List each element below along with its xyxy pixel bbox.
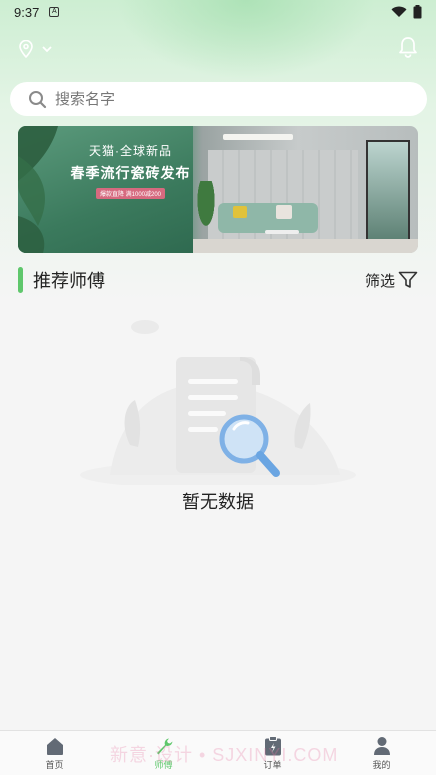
promo-banner[interactable]: 天猫·全球新品 春季流行瓷砖发布 爆款直降 满1000减200 [18,126,418,253]
notification-bell-button[interactable] [398,36,418,63]
tab-label: 首页 [45,759,64,770]
tab-profile[interactable]: 我的 [327,731,436,775]
bell-icon [399,36,417,58]
tab-master[interactable]: 师傅 [109,731,218,775]
location-selector[interactable] [18,40,52,58]
status-indicators [391,5,422,19]
empty-state-text: 暂无数据 [182,492,254,512]
filter-icon [398,271,418,288]
banner-floor [193,239,418,253]
tab-label: 师傅 [154,759,173,770]
notification-icon: A [49,7,60,17]
banner-text: 天猫·全球新品 春季流行瓷砖发布 爆款直降 满1000减200 [68,142,193,201]
clipboard-icon [264,735,281,755]
banner-table [265,230,299,234]
header-row [0,34,436,64]
filter-label: 筛选 [364,272,395,290]
bottom-tab-bar: 首页 师傅 订单 我的 [0,730,436,775]
banner-plant [194,181,218,236]
tab-home[interactable]: 首页 [0,731,109,775]
chevron-down-icon [42,46,52,53]
user-icon [373,736,390,755]
search-icon [29,90,47,108]
banner-title: 春季流行瓷砖发布 [70,165,191,181]
filter-button[interactable]: 筛选 [365,270,418,291]
banner-window [366,140,410,244]
banner-pillow [276,205,292,219]
status-bar: 9:37 A [0,0,436,24]
banner-brand: 天猫·全球新品 [89,144,172,158]
banner-tag: 爆款直降 满1000减200 [95,188,166,199]
wrench-icon [156,738,172,754]
location-pin-icon [19,40,33,58]
tab-label: 订单 [263,759,282,770]
search-bar[interactable] [10,82,427,116]
banner-ceiling-light [223,134,293,140]
section-title: 推荐师傅 [33,271,105,291]
banner-pillow [233,206,247,218]
section-header: 推荐师傅 筛选 [18,266,418,294]
home-icon [46,737,63,755]
tab-orders[interactable]: 订单 [218,731,327,775]
section-accent-bar [18,267,23,293]
search-input[interactable] [55,90,409,108]
tab-label: 我的 [372,759,391,770]
wifi-icon [391,6,407,17]
status-time: 9:37 [14,4,40,20]
empty-state-illustration [80,320,356,485]
battery-icon [413,5,422,19]
